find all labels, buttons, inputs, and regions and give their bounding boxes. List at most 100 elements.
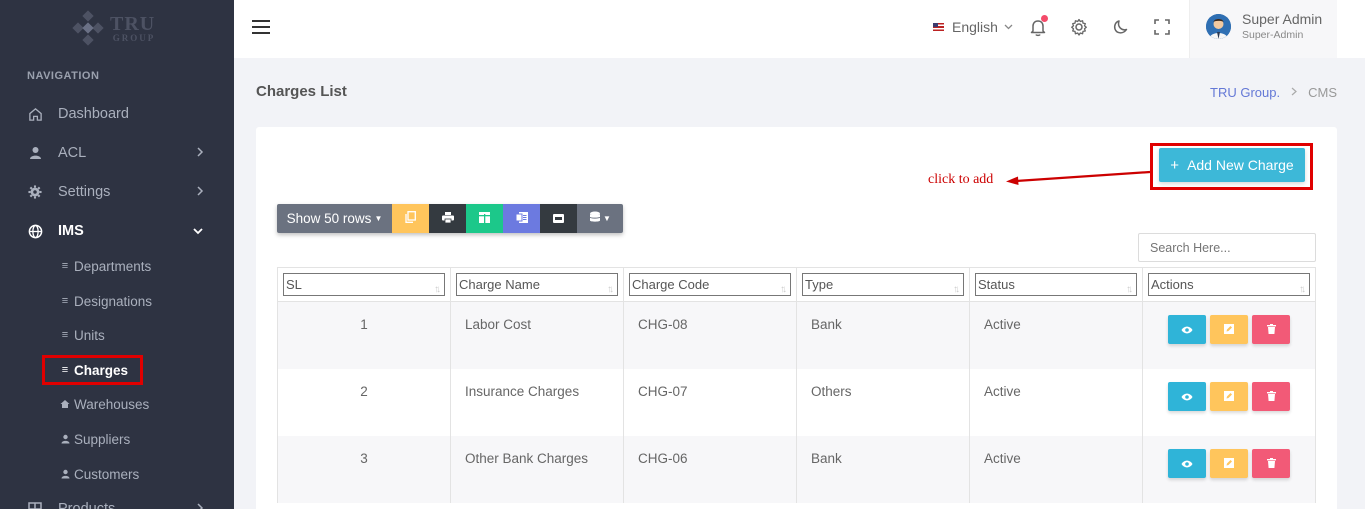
sidebar-subitem-label: Customers xyxy=(74,466,140,482)
sidebar-subitem-label: Warehouses xyxy=(74,396,150,412)
avatar xyxy=(1206,14,1231,39)
chevron-down-icon xyxy=(1004,22,1013,32)
show-rows-label: Show 50 rows xyxy=(286,211,372,226)
home-icon xyxy=(60,399,70,409)
view-button[interactable] xyxy=(1168,449,1206,478)
column-header-sl[interactable]: SL ↑↓ xyxy=(278,268,451,302)
cell-type: Bank xyxy=(797,302,970,369)
globe-icon xyxy=(27,223,43,239)
list-icon: ≡ xyxy=(61,260,69,272)
cell-status: Active xyxy=(970,302,1143,369)
user-icon xyxy=(60,469,70,479)
charges-table: SL ↑↓ Charge Name ↑↓ Charge Code ↑↓ Type ↑↓ … xyxy=(277,267,1316,503)
brand-logo[interactable]: TRU GROUP xyxy=(70,8,170,48)
cell-actions xyxy=(1143,369,1316,436)
table-row: 1 Labor Cost CHG-08 Bank Active xyxy=(278,302,1316,369)
eye-icon xyxy=(1181,389,1193,404)
search-input[interactable] xyxy=(1138,233,1316,262)
eye-icon xyxy=(1181,322,1193,337)
sidebar-subitem-designations[interactable]: ≡ Designations xyxy=(60,289,152,313)
column-header-name[interactable]: Charge Name ↑↓ xyxy=(451,268,624,302)
chevron-right-icon xyxy=(196,502,204,509)
user-icon xyxy=(27,145,43,161)
settings-gear-icon[interactable] xyxy=(1068,16,1090,38)
excel-icon xyxy=(479,211,490,226)
nav-heading: NAVIGATION xyxy=(27,70,100,82)
show-rows-button[interactable]: Show 50 rows ▼ xyxy=(277,204,392,233)
chevron-down-icon xyxy=(192,224,204,238)
annotation-arrow-icon xyxy=(1006,170,1151,185)
dark-mode-moon-icon[interactable] xyxy=(1110,16,1132,38)
column-header-actions[interactable]: Actions ↑↓ xyxy=(1143,268,1316,302)
sidebar-item-ims[interactable]: IMS xyxy=(0,216,234,246)
page-title: Charges List xyxy=(256,83,347,100)
sidebar-subitem-departments[interactable]: ≡ Departments xyxy=(60,254,152,278)
edit-button[interactable] xyxy=(1210,315,1248,344)
column-header-status[interactable]: Status ↑↓ xyxy=(970,268,1143,302)
copy-button[interactable] xyxy=(392,204,429,233)
add-new-charge-button[interactable]: + Add New Charge xyxy=(1159,148,1305,182)
sidebar-subitem-warehouses[interactable]: Warehouses xyxy=(60,392,149,416)
pdf-icon xyxy=(553,211,564,226)
delete-button[interactable] xyxy=(1252,315,1290,344)
sidebar-item-dashboard[interactable]: Dashboard xyxy=(0,99,234,129)
sort-icon: ↑↓ xyxy=(434,284,441,295)
column-label: Charge Name xyxy=(459,277,540,292)
sidebar-item-settings[interactable]: Settings xyxy=(0,177,234,207)
user-menu[interactable]: Super Admin Super-Admin xyxy=(1189,0,1337,58)
chevron-down-icon: ▼ xyxy=(603,214,611,223)
print-icon xyxy=(441,211,454,226)
column-header-code[interactable]: Charge Code ↑↓ xyxy=(624,268,797,302)
chevron-right-icon xyxy=(196,146,204,161)
list-icon: ≡ xyxy=(61,329,69,341)
cell-status: Active xyxy=(970,436,1143,503)
sidebar-item-acl[interactable]: ACL xyxy=(0,138,234,168)
annotation-text: click to add xyxy=(928,172,994,187)
csv-button[interactable] xyxy=(503,204,540,233)
sidebar-item-label: Dashboard xyxy=(58,106,129,122)
notification-badge xyxy=(1041,15,1048,22)
brand-name: TRU xyxy=(110,12,156,35)
sidebar-subitem-label: Departments xyxy=(74,258,152,274)
edit-icon xyxy=(1224,456,1234,471)
sidebar-subitem-suppliers[interactable]: Suppliers xyxy=(60,427,130,451)
cell-type: Bank xyxy=(797,436,970,503)
notification-bell-icon[interactable] xyxy=(1027,15,1049,38)
cell-actions xyxy=(1143,302,1316,369)
column-header-type[interactable]: Type ↑↓ xyxy=(797,268,970,302)
pdf-button[interactable] xyxy=(540,204,577,233)
sort-icon: ↑↓ xyxy=(1126,284,1133,295)
view-button[interactable] xyxy=(1168,315,1206,344)
cell-type: Others xyxy=(797,369,970,436)
sidebar-subitem-units[interactable]: ≡ Units xyxy=(60,323,105,347)
column-label: SL xyxy=(286,277,302,292)
sidebar-subitem-label: Suppliers xyxy=(74,431,131,447)
edit-button[interactable] xyxy=(1210,382,1248,411)
brand-text: TRU GROUP xyxy=(110,14,155,43)
delete-button[interactable] xyxy=(1252,449,1290,478)
cell-actions xyxy=(1143,436,1316,503)
trash-icon xyxy=(1266,389,1276,404)
sidebar-subitem-customers[interactable]: Customers xyxy=(60,462,139,486)
chevron-right-icon xyxy=(196,185,204,200)
sidebar-item-label: Products xyxy=(58,501,116,509)
menu-toggle-icon[interactable] xyxy=(252,20,270,34)
cell-name: Labor Cost xyxy=(451,302,624,369)
view-button[interactable] xyxy=(1168,382,1206,411)
export-toolbar: Show 50 rows ▼ ▼ xyxy=(277,204,623,233)
eye-icon xyxy=(1181,456,1193,471)
edit-button[interactable] xyxy=(1210,449,1248,478)
delete-button[interactable] xyxy=(1252,382,1290,411)
sidebar-item-products[interactable]: Products xyxy=(0,494,234,509)
excel-button[interactable] xyxy=(466,204,503,233)
column-label: Type xyxy=(805,277,834,292)
column-visibility-button[interactable]: ▼ xyxy=(577,204,623,233)
print-button[interactable] xyxy=(429,204,466,233)
language-selector[interactable]: English xyxy=(933,19,1013,35)
cell-code: CHG-08 xyxy=(624,302,797,369)
sidebar-item-label: IMS xyxy=(58,223,84,239)
sidebar: TRU GROUP NAVIGATION Dashboard ACL Setti… xyxy=(0,0,234,509)
breadcrumb-parent[interactable]: TRU Group. xyxy=(1210,85,1280,100)
fullscreen-icon[interactable] xyxy=(1151,16,1173,38)
user-icon xyxy=(60,434,70,444)
